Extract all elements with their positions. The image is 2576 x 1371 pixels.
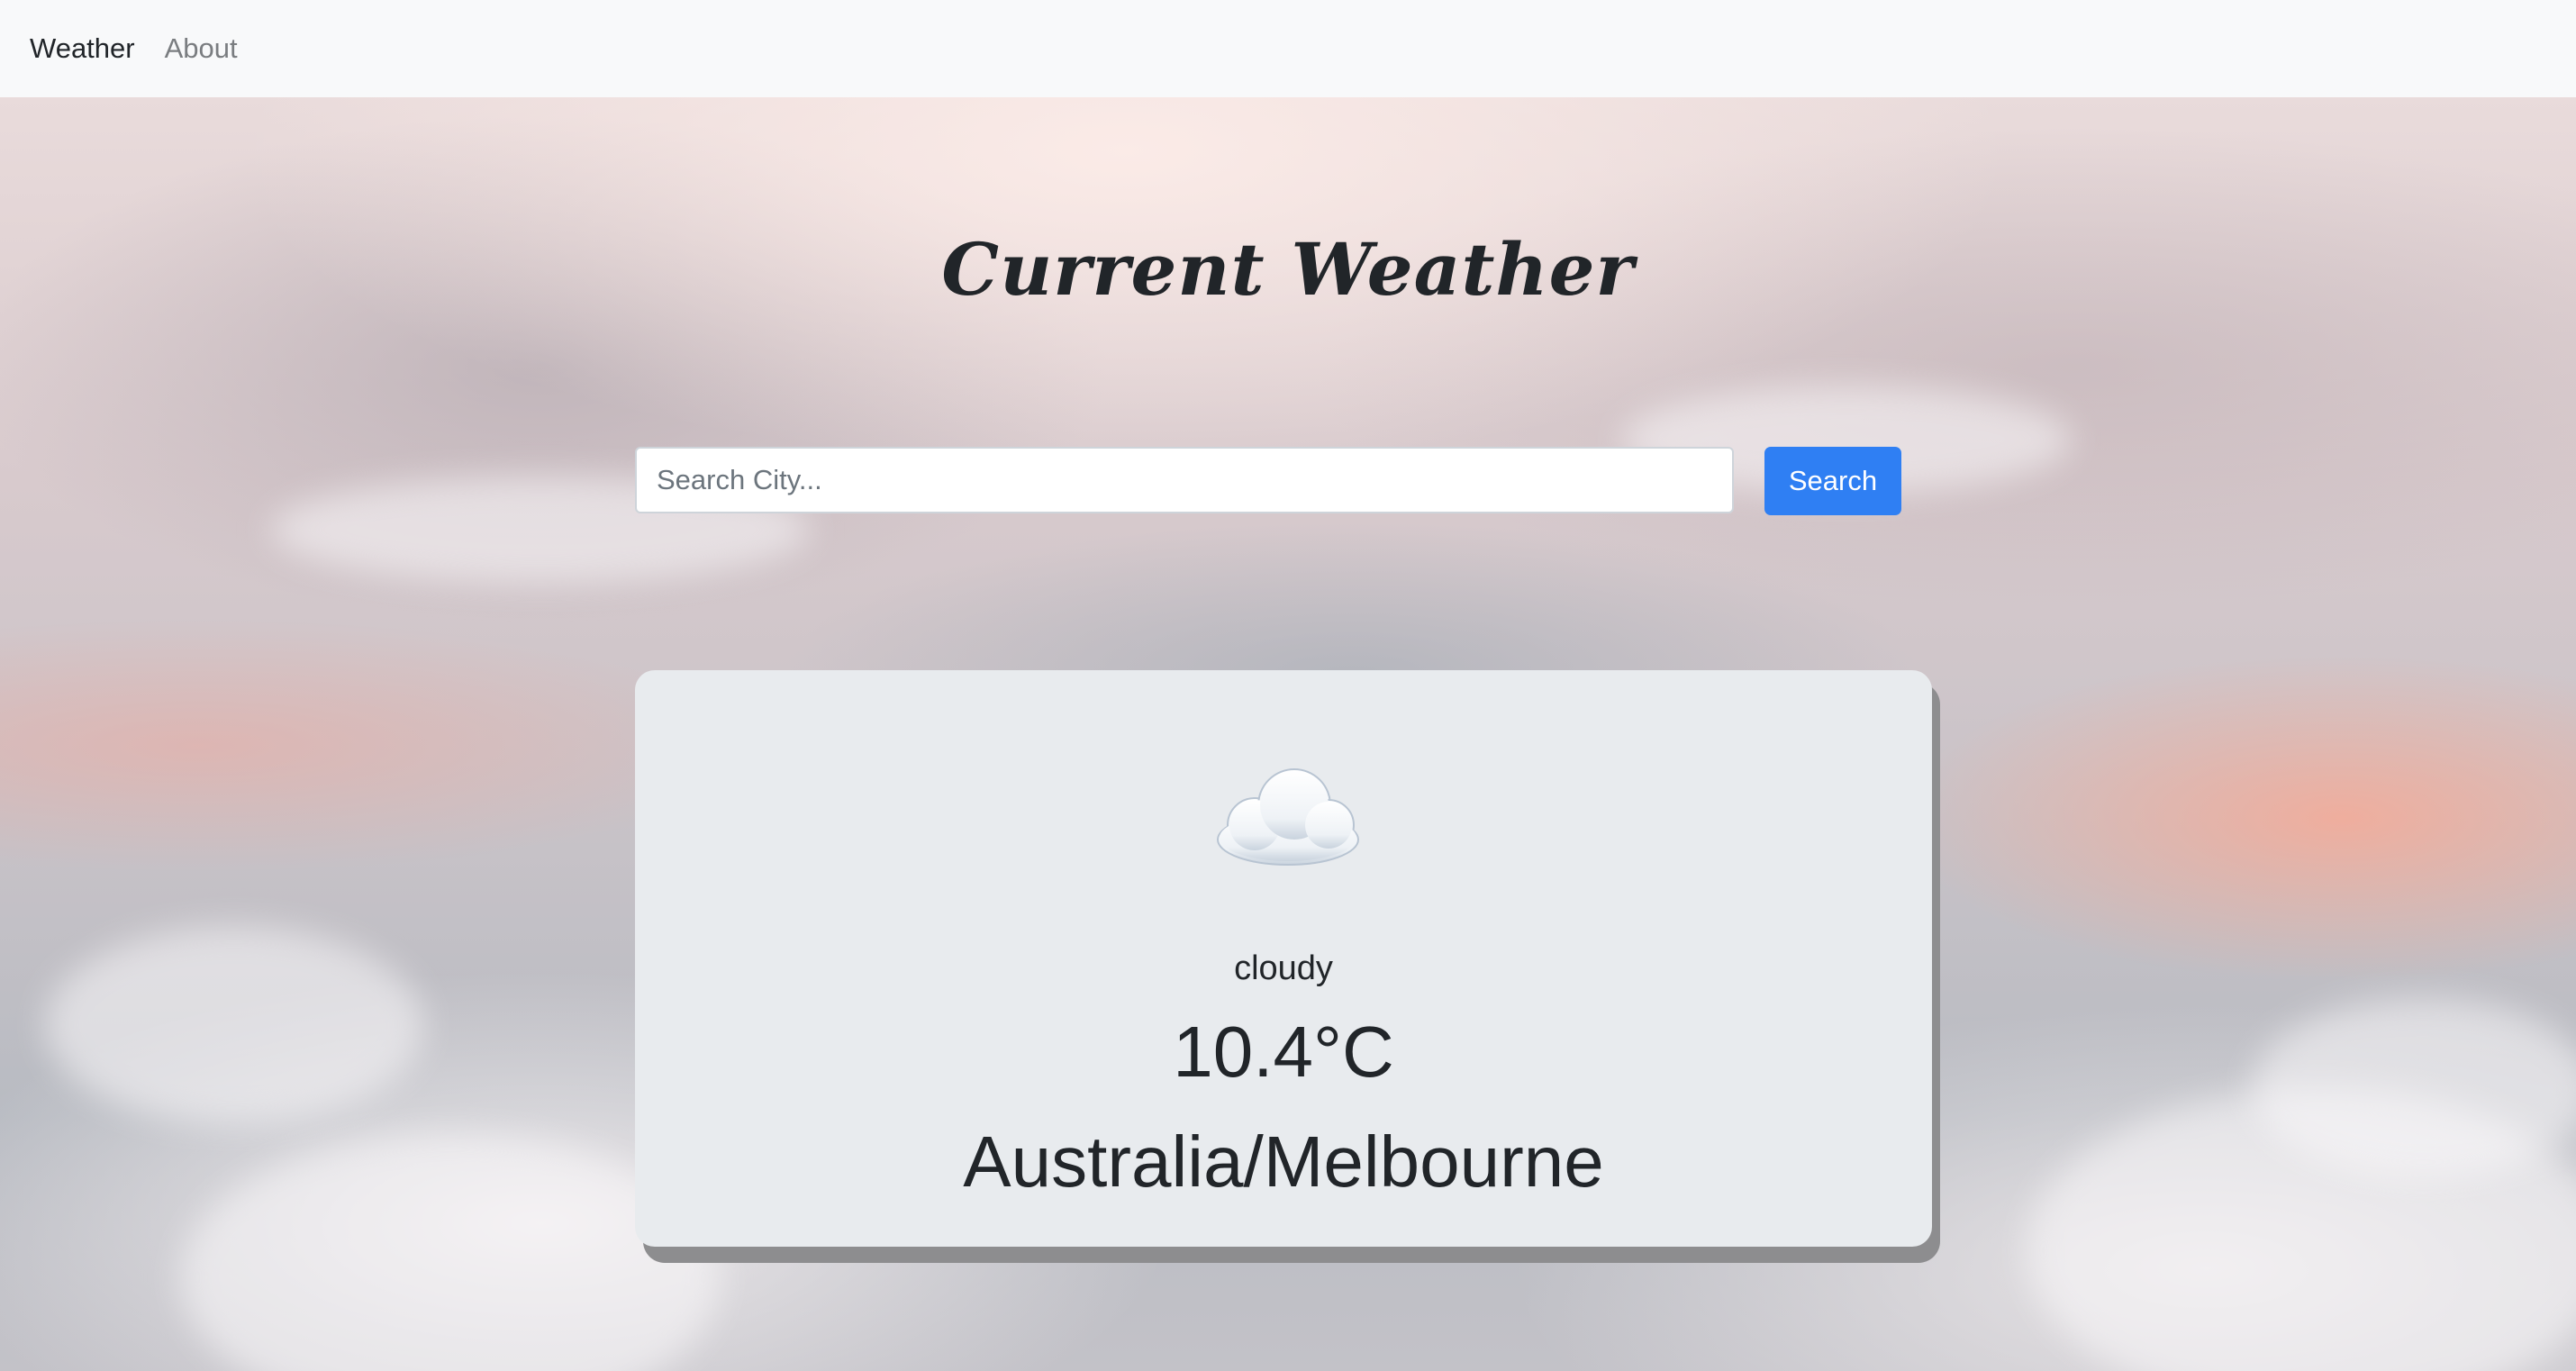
cloud-icon [1217, 768, 1359, 866]
top-navbar: Weather About [0, 0, 2576, 97]
search-button[interactable]: Search [1764, 447, 1901, 515]
weather-condition: cloudy [1234, 949, 1333, 987]
temperature-value: 10.4°C [1173, 1012, 1394, 1092]
nav-link-weather[interactable]: Weather [30, 32, 135, 65]
nav-link-about[interactable]: About [165, 32, 238, 65]
search-city-input[interactable] [635, 447, 1734, 513]
location-name: Australia/Melbourne [963, 1121, 1604, 1202]
weather-card: cloudy 10.4°C Australia/Melbourne [635, 670, 1932, 1247]
search-form: Search [635, 447, 1901, 515]
page-title: Current Weather [941, 226, 1635, 312]
